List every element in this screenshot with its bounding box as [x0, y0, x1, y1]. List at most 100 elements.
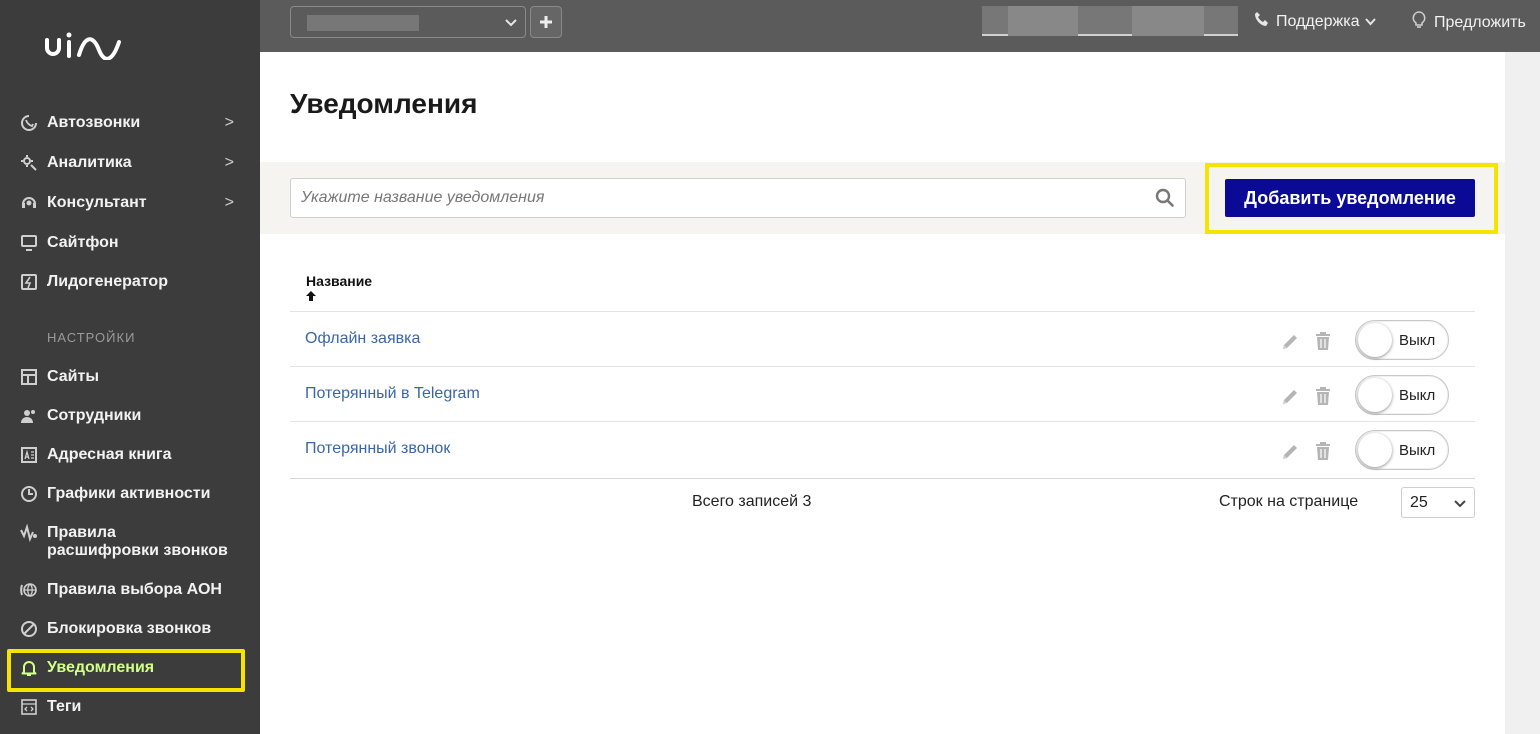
autocall-icon: [18, 112, 40, 134]
search-input[interactable]: [291, 179, 1131, 217]
notification-name-link[interactable]: Потерянный звонок: [305, 440, 450, 458]
project-select[interactable]: [290, 6, 526, 38]
sidebar-item-analytics[interactable]: Аналитика >: [0, 146, 260, 180]
trash-icon[interactable]: [1314, 441, 1332, 466]
toggle-knob: [1358, 378, 1392, 412]
project-name-redacted: [307, 15, 419, 31]
toggle-label: Выкл: [1399, 387, 1436, 404]
settings-section-title: НАСТРОЙКИ: [47, 330, 136, 345]
tags-icon: [18, 696, 40, 718]
sidebar: Автозвонки > Аналитика > Консультант > С…: [0, 0, 260, 734]
sidebar-item-label: Правила выбора АОН: [47, 581, 222, 598]
lightbulb-icon: [1412, 11, 1426, 34]
sidebar-item-sitephone[interactable]: Сайтфон: [0, 226, 260, 260]
redacted-block: [1132, 6, 1204, 36]
caller-id-rules-icon: [18, 579, 40, 601]
notification-name-link[interactable]: Офлайн заявка: [305, 330, 420, 348]
status-toggle[interactable]: Выкл: [1355, 375, 1449, 415]
activity-chart-icon: [18, 483, 40, 505]
sidebar-item-label: Правила расшифровки звонков: [47, 524, 228, 560]
table-row: Офлайн заявка Выкл: [290, 311, 1475, 366]
sidebar-item-consultant[interactable]: Консультант >: [0, 186, 260, 220]
sidebar-item-tags[interactable]: Теги: [0, 690, 260, 724]
support-label: Поддержка: [1276, 12, 1360, 30]
scrollbar-track[interactable]: [1505, 52, 1540, 734]
table-row: Потерянный звонок Выкл: [290, 421, 1475, 476]
sites-icon: [18, 366, 40, 388]
toggle-label: Выкл: [1399, 332, 1436, 349]
chevron-down-icon: [1454, 494, 1466, 515]
toggle-knob: [1358, 323, 1392, 357]
phone-icon: [1254, 11, 1270, 32]
pencil-icon[interactable]: [1280, 387, 1300, 412]
sitephone-icon: [18, 232, 40, 254]
sidebar-item-transcription-rules[interactable]: Правила расшифровки звонков: [0, 524, 260, 566]
pencil-icon[interactable]: [1280, 442, 1300, 467]
sidebar-item-label-line2: расшифровки звонков: [47, 542, 228, 559]
plus-icon: [540, 16, 552, 28]
uis-logo[interactable]: [44, 30, 144, 60]
total-records: Всего записей 3: [692, 493, 812, 510]
column-header-name[interactable]: Название: [306, 273, 372, 289]
sort-ascending-icon[interactable]: [305, 289, 317, 305]
sidebar-item-sites[interactable]: Сайты: [0, 360, 260, 394]
sidebar-item-label: Адресная книга: [47, 446, 172, 463]
rows-per-page-select[interactable]: 25: [1401, 487, 1475, 518]
toggle-knob: [1358, 433, 1392, 467]
sidebar-item-caller-id-rules[interactable]: Правила выбора АОН: [0, 573, 260, 607]
table-row: Потерянный в Telegram Выкл: [290, 366, 1475, 421]
page-title: Уведомления: [290, 88, 478, 119]
support-menu[interactable]: Поддержка: [1254, 11, 1377, 32]
sidebar-item-label: Уведомления: [47, 659, 155, 676]
transcription-rules-icon: [18, 522, 40, 544]
chevron-right-icon: >: [224, 194, 234, 211]
sidebar-item-address-book[interactable]: Адресная книга: [0, 438, 260, 472]
add-project-button[interactable]: [530, 6, 562, 38]
status-toggle[interactable]: Выкл: [1355, 320, 1449, 360]
sidebar-item-label: Теги: [47, 698, 82, 715]
status-toggle[interactable]: Выкл: [1355, 430, 1449, 470]
sidebar-item-block-calls[interactable]: Блокировка звонков: [0, 612, 260, 646]
sidebar-item-employees[interactable]: Сотрудники: [0, 399, 260, 433]
sidebar-item-activity-charts[interactable]: Графики активности: [0, 477, 260, 511]
sidebar-item-label: Блокировка звонков: [47, 620, 212, 637]
bell-icon: [18, 657, 40, 679]
analytics-icon: [18, 152, 40, 174]
rows-per-page-value: 25: [1410, 494, 1428, 511]
search-box: [290, 178, 1186, 218]
sidebar-item-label: Графики активности: [47, 485, 211, 502]
user-account-redacted[interactable]: [982, 6, 1238, 36]
trash-icon[interactable]: [1314, 331, 1332, 356]
pencil-icon[interactable]: [1280, 332, 1300, 357]
sidebar-item-label: Автозвонки: [47, 114, 141, 131]
table-bottom-divider: [290, 478, 1475, 479]
sidebar-item-label: Сайтфон: [47, 234, 119, 251]
employees-icon: [18, 405, 40, 427]
address-book-icon: [18, 444, 40, 466]
sidebar-item-leadgen[interactable]: Лидогенератор: [0, 265, 260, 299]
sidebar-item-label: Лидогенератор: [47, 273, 168, 290]
chevron-right-icon: >: [224, 154, 234, 171]
sidebar-item-label: Аналитика: [47, 154, 132, 171]
trash-icon[interactable]: [1314, 386, 1332, 411]
search-icon[interactable]: [1155, 188, 1175, 213]
suggest-label: Предложить: [1434, 13, 1526, 31]
sidebar-item-autocalls[interactable]: Автозвонки >: [0, 106, 260, 140]
sidebar-item-label: Сайты: [47, 368, 99, 385]
suggest-button[interactable]: Предложить: [1412, 11, 1526, 34]
sidebar-item-label-line1: Правила: [47, 524, 116, 541]
consultant-icon: [18, 192, 40, 214]
add-notification-button[interactable]: Добавить уведомление: [1225, 179, 1475, 217]
rows-per-page-label: Строк на странице: [1219, 493, 1359, 510]
toggle-label: Выкл: [1399, 442, 1436, 459]
notification-name-link[interactable]: Потерянный в Telegram: [305, 385, 480, 403]
topbar: Поддержка Предложить: [260, 0, 1540, 52]
redacted-block: [1008, 6, 1078, 36]
chevron-down-icon: [505, 13, 517, 34]
sidebar-item-notifications[interactable]: Уведомления: [0, 651, 260, 685]
sidebar-item-label: Сотрудники: [47, 407, 142, 424]
sidebar-item-label: Консультант: [47, 194, 147, 211]
chevron-right-icon: >: [224, 114, 234, 131]
chevron-down-icon: [1365, 15, 1377, 29]
leadgen-icon: [18, 271, 40, 293]
